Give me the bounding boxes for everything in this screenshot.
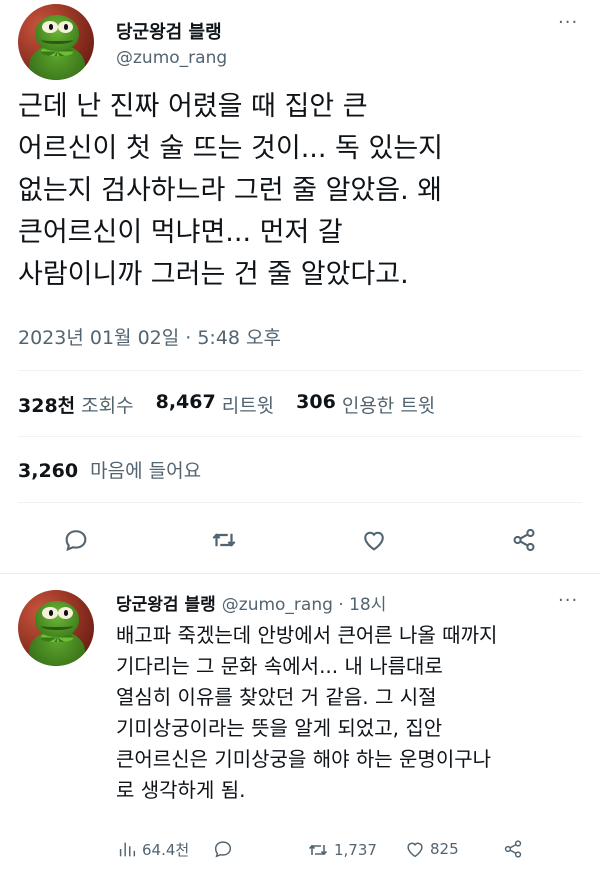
retweets-label[interactable]: 리트윗 (222, 391, 274, 418)
reply-icon (214, 841, 232, 858)
share-button[interactable] (506, 522, 542, 558)
likes-count[interactable]: 3,260 (18, 460, 78, 482)
quotes-label[interactable]: 인용한 트윗 (342, 391, 435, 418)
reply-handle-time[interactable]: @zumo_rang · 18시 (222, 595, 387, 615)
share-icon (504, 840, 522, 858)
views-icon (119, 842, 136, 857)
handle[interactable]: @zumo_rang (116, 48, 227, 68)
tweet-text: 근데 난 진짜 어렸을 때 집안 큰 어르신이 첫 술 뜨는 것이... 독 있… (18, 91, 444, 290)
reply-display-name[interactable]: 당군왕검 블랭 (116, 595, 216, 615)
retweet-icon (212, 533, 236, 547)
reply-views-count: 64.4천 (142, 840, 190, 859)
reply-icon (65, 530, 87, 552)
divider (18, 502, 582, 503)
retweet-icon (308, 844, 328, 856)
reply-like-count: 825 (430, 840, 459, 858)
likes-stat[interactable]: 3,260 마음에 들어요 (18, 456, 201, 483)
like-icon (407, 842, 423, 858)
reply-more-icon[interactable]: ··· (558, 590, 578, 611)
quotes-count[interactable]: 306 (296, 391, 336, 418)
tweet-stats: 328천 조회수 8,467 리트윗 306 인용한 트윗 (18, 391, 457, 418)
divider (18, 436, 582, 437)
reply-like-button[interactable]: 825 (404, 838, 459, 860)
reply-avatar[interactable] (18, 590, 94, 666)
views-button[interactable]: 64.4천 (116, 838, 189, 860)
timestamp[interactable]: 2023년 01월 02일 · 5:48 오후 (18, 323, 281, 350)
likes-label[interactable]: 마음에 들어요 (90, 460, 201, 482)
reply-retweet-count: 1,737 (334, 841, 377, 859)
divider (18, 370, 582, 371)
reply-reply-button[interactable] (212, 838, 238, 860)
like-icon (364, 531, 384, 551)
like-button[interactable] (356, 522, 392, 558)
views-label: 조회수 (81, 395, 134, 417)
retweet-button[interactable] (206, 522, 242, 558)
reply-share-button[interactable] (502, 838, 528, 860)
more-icon[interactable]: ··· (558, 12, 578, 33)
reply-header[interactable]: 당군왕검 블랭 @zumo_rang · 18시 (116, 590, 386, 615)
display-name[interactable]: 당군왕검 블랭 (116, 18, 222, 44)
section-divider (0, 573, 600, 574)
retweets-count[interactable]: 8,467 (156, 391, 216, 418)
views-count: 328천 (18, 395, 76, 417)
reply-retweet-button[interactable]: 1,737 (306, 838, 377, 862)
reply-button[interactable] (58, 522, 94, 558)
avatar[interactable] (18, 4, 94, 80)
reply-text: 배고파 죽겠는데 안방에서 큰어른 나올 때까지 기다리는 그 문화 속에서..… (116, 623, 498, 802)
share-icon (513, 528, 535, 552)
